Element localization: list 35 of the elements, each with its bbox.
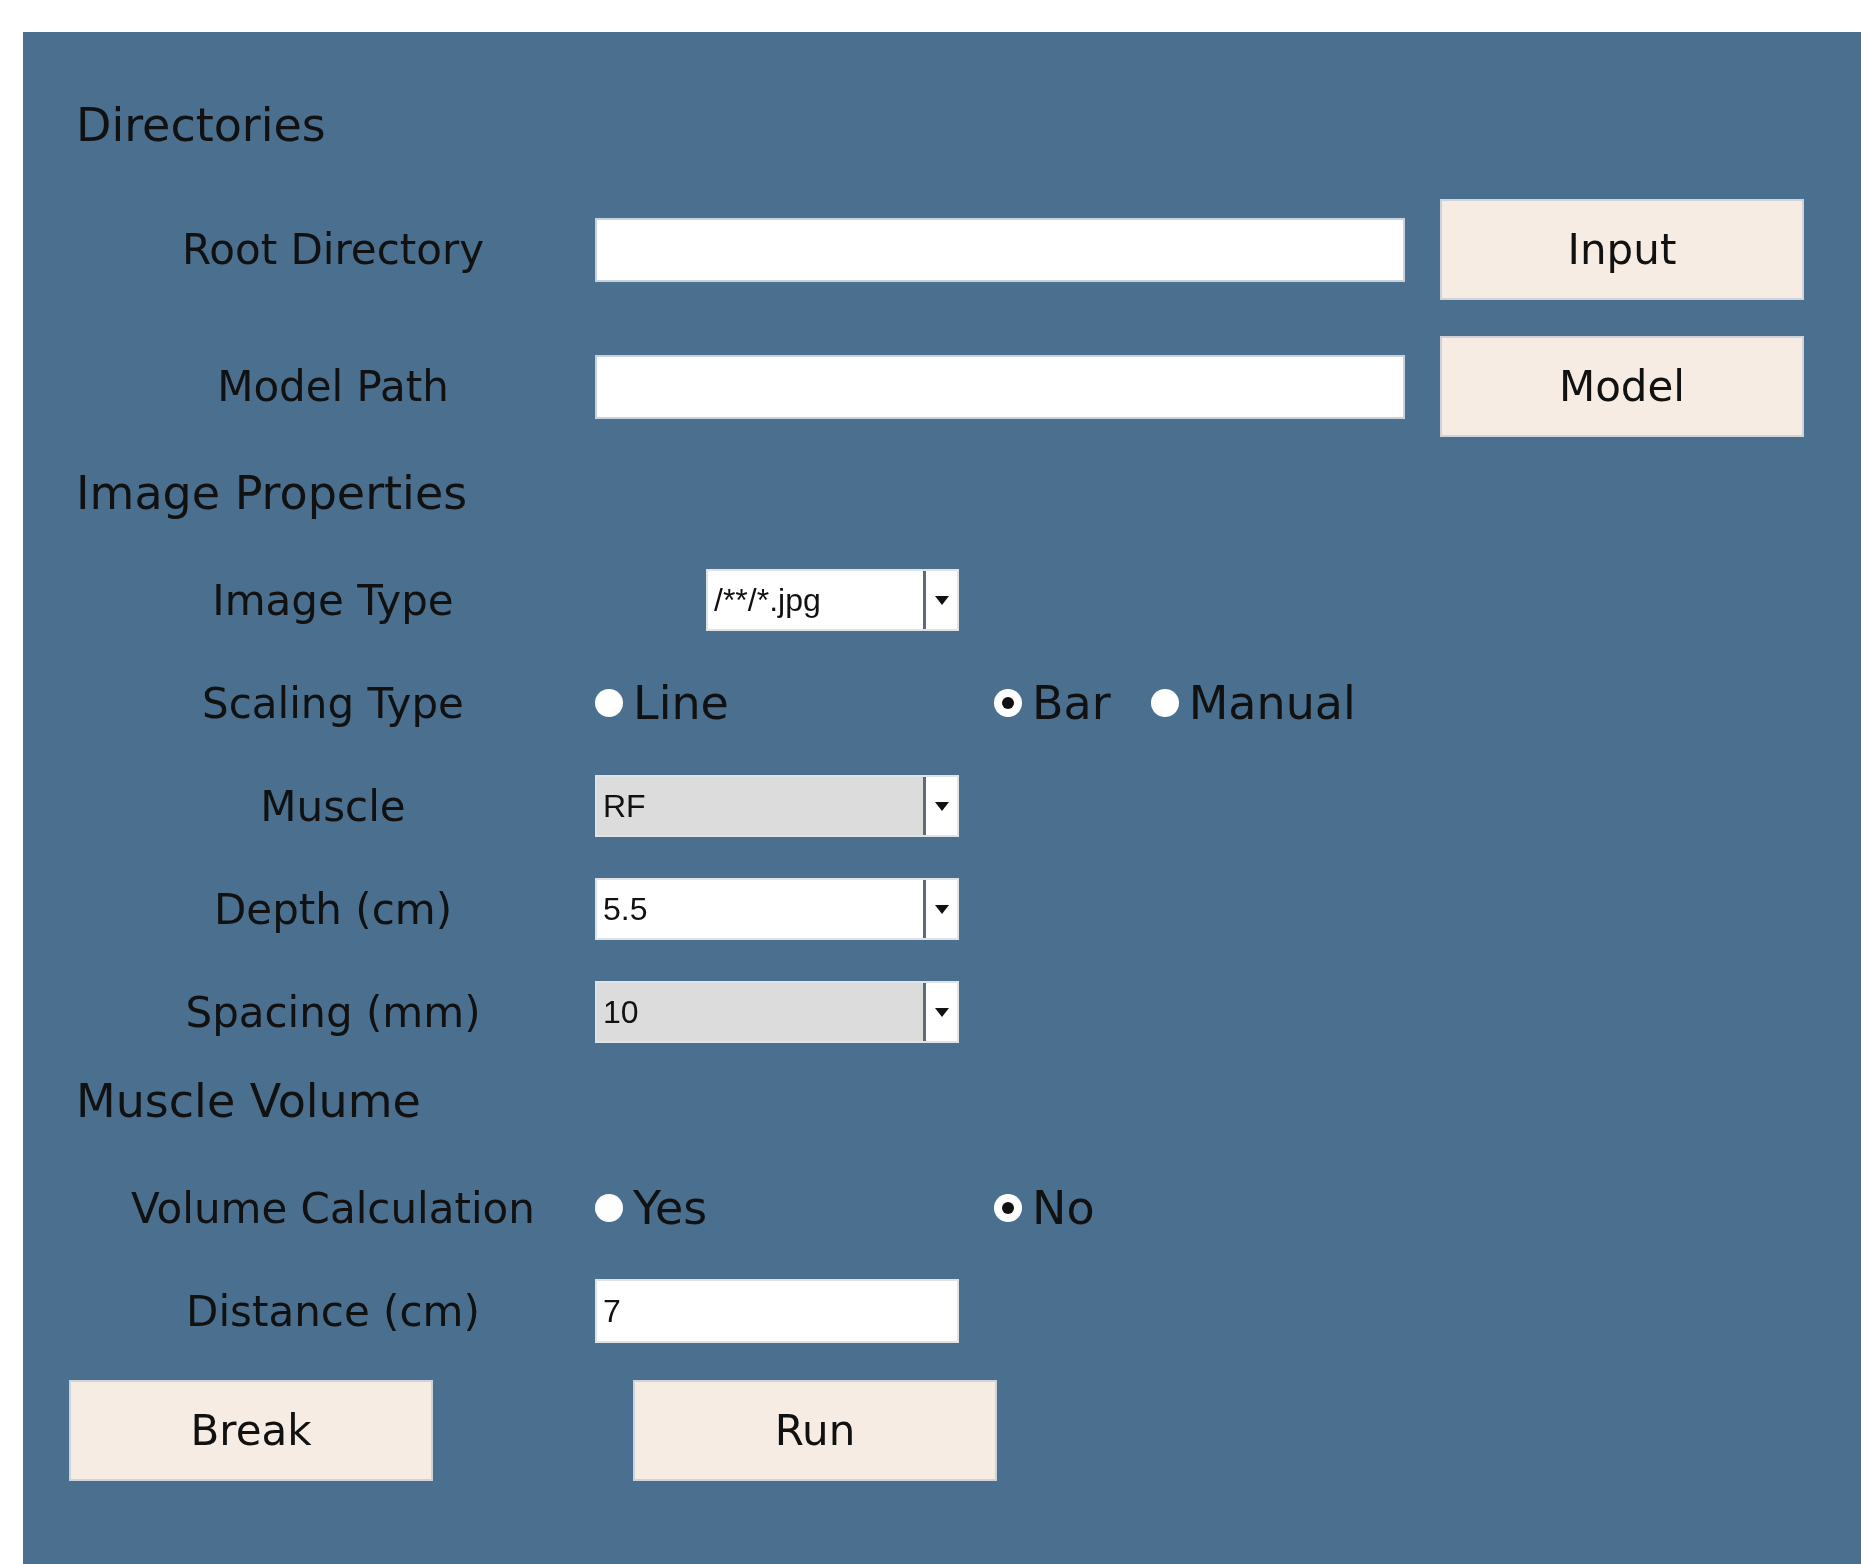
option-label[interactable]: Yes (633, 1173, 708, 1243)
option-label[interactable]: Bar (1032, 668, 1111, 738)
field-label: Distance (cm) (186, 1285, 480, 1338)
section-heading: Muscle Volume (75, 1073, 422, 1130)
option-label[interactable]: Manual (1188, 668, 1356, 738)
browse-button[interactable]: Input (1440, 199, 1804, 300)
field-label: Image Type (212, 574, 454, 627)
caret-icon (934, 904, 949, 914)
field-label: Depth (cm) (213, 883, 453, 936)
field-label: Root Directory (181, 224, 485, 276)
caret-icon (934, 801, 949, 811)
radio-button[interactable] (595, 1194, 623, 1222)
option-label[interactable]: No (1032, 1173, 1095, 1243)
field-label: Model Path (217, 361, 449, 413)
input-field[interactable] (595, 354, 1405, 419)
field-label: Volume Calculation (131, 1182, 535, 1235)
input-field[interactable]: 7 (595, 1279, 959, 1343)
radio-button[interactable] (1150, 689, 1179, 717)
radio-button[interactable] (994, 1194, 1022, 1222)
dropdown[interactable]: 5.5 (595, 878, 959, 940)
action-button[interactable]: Run (633, 1380, 997, 1481)
caret-icon (934, 595, 949, 605)
caret-icon (934, 1007, 949, 1017)
section-heading: Directories (75, 97, 327, 154)
section-heading: Image Properties (75, 465, 469, 522)
field-label: Scaling Type (202, 677, 464, 730)
input-field[interactable] (595, 217, 1405, 282)
field-label: Muscle (260, 780, 406, 833)
dropdown[interactable]: /**/*.jpg (706, 569, 959, 631)
action-button[interactable]: Break (69, 1380, 433, 1481)
browse-button[interactable]: Model (1440, 336, 1804, 437)
radio-button[interactable] (994, 689, 1022, 717)
radio-button[interactable] (595, 689, 623, 717)
field-label: Spacing (mm) (185, 986, 481, 1039)
option-label[interactable]: Line (633, 668, 729, 738)
